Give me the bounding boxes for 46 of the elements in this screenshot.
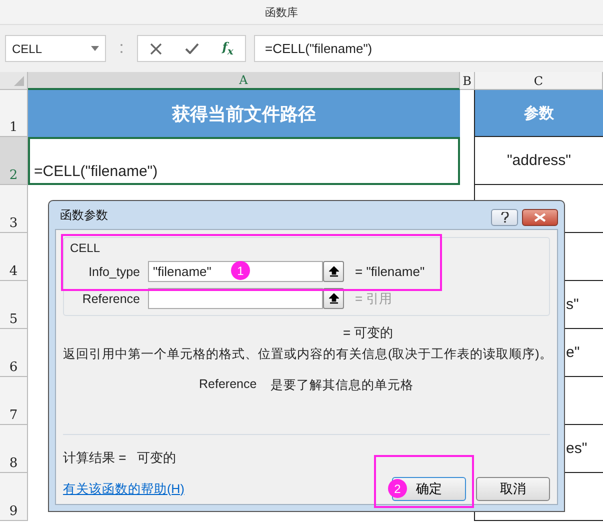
name-box[interactable]: CELL [5, 35, 106, 62]
row-header[interactable]: 3 [0, 185, 28, 233]
dropdown-icon [91, 46, 99, 51]
input-field[interactable] [148, 288, 323, 309]
collapse-button[interactable] [323, 288, 344, 309]
argument-result: = 引用 [355, 290, 392, 308]
column-header[interactable]: B [460, 72, 475, 90]
row-header[interactable]: 7 [0, 377, 28, 425]
help-link[interactable]: 有关该函数的帮助(H) [63, 480, 184, 498]
active-cell: =CELL("filename") [28, 137, 460, 185]
help-icon [500, 212, 508, 222]
table-cell: "address" [475, 137, 603, 185]
row-header[interactable]: 2 [0, 137, 28, 185]
function-name: CELL [70, 241, 102, 255]
cancel-icon[interactable] [150, 42, 162, 54]
heading-cell: 参数 [475, 90, 603, 137]
upload-arrow-icon [328, 266, 338, 277]
column-header[interactable]: A [28, 72, 460, 90]
check-icon[interactable] [184, 43, 199, 54]
calculation-result: 计算结果 = 可变的 [63, 449, 178, 467]
triangle-icon [14, 76, 24, 86]
row-header[interactable]: 1 [0, 90, 28, 137]
row-header[interactable]: 9 [0, 473, 28, 521]
row-header[interactable]: 4 [0, 233, 28, 281]
argument-label: Info_type [88, 264, 141, 278]
formula-input[interactable]: =CELL("filename") [254, 35, 603, 62]
help-button[interactable] [491, 208, 518, 226]
dialog-title: 函数参数 [59, 206, 108, 224]
close-icon [534, 212, 546, 222]
close-button[interactable] [522, 208, 558, 226]
upload-arrow-icon [328, 293, 338, 304]
row-header[interactable]: 5 [0, 281, 28, 329]
row-header[interactable]: 8 [0, 425, 28, 473]
grip-icon [120, 43, 123, 54]
argument-name: Reference [199, 377, 257, 393]
cancel-button[interactable]: 取消 [476, 477, 550, 501]
heading-cell: 获得当前文件路径 [28, 90, 460, 137]
insert-function-button[interactable]: f$_{x}$ [222, 40, 234, 58]
argument-result: = "filename" [355, 264, 425, 279]
argument-label: Reference [81, 292, 141, 306]
column-header[interactable]: C [475, 72, 603, 90]
group-label: 函数库 [265, 6, 298, 20]
collapse-button[interactable] [323, 261, 344, 282]
argument-description: 是要了解其信息的单元格 [270, 377, 414, 394]
function-result: = 可变的 [343, 324, 394, 342]
row-header[interactable]: 6 [0, 329, 28, 377]
